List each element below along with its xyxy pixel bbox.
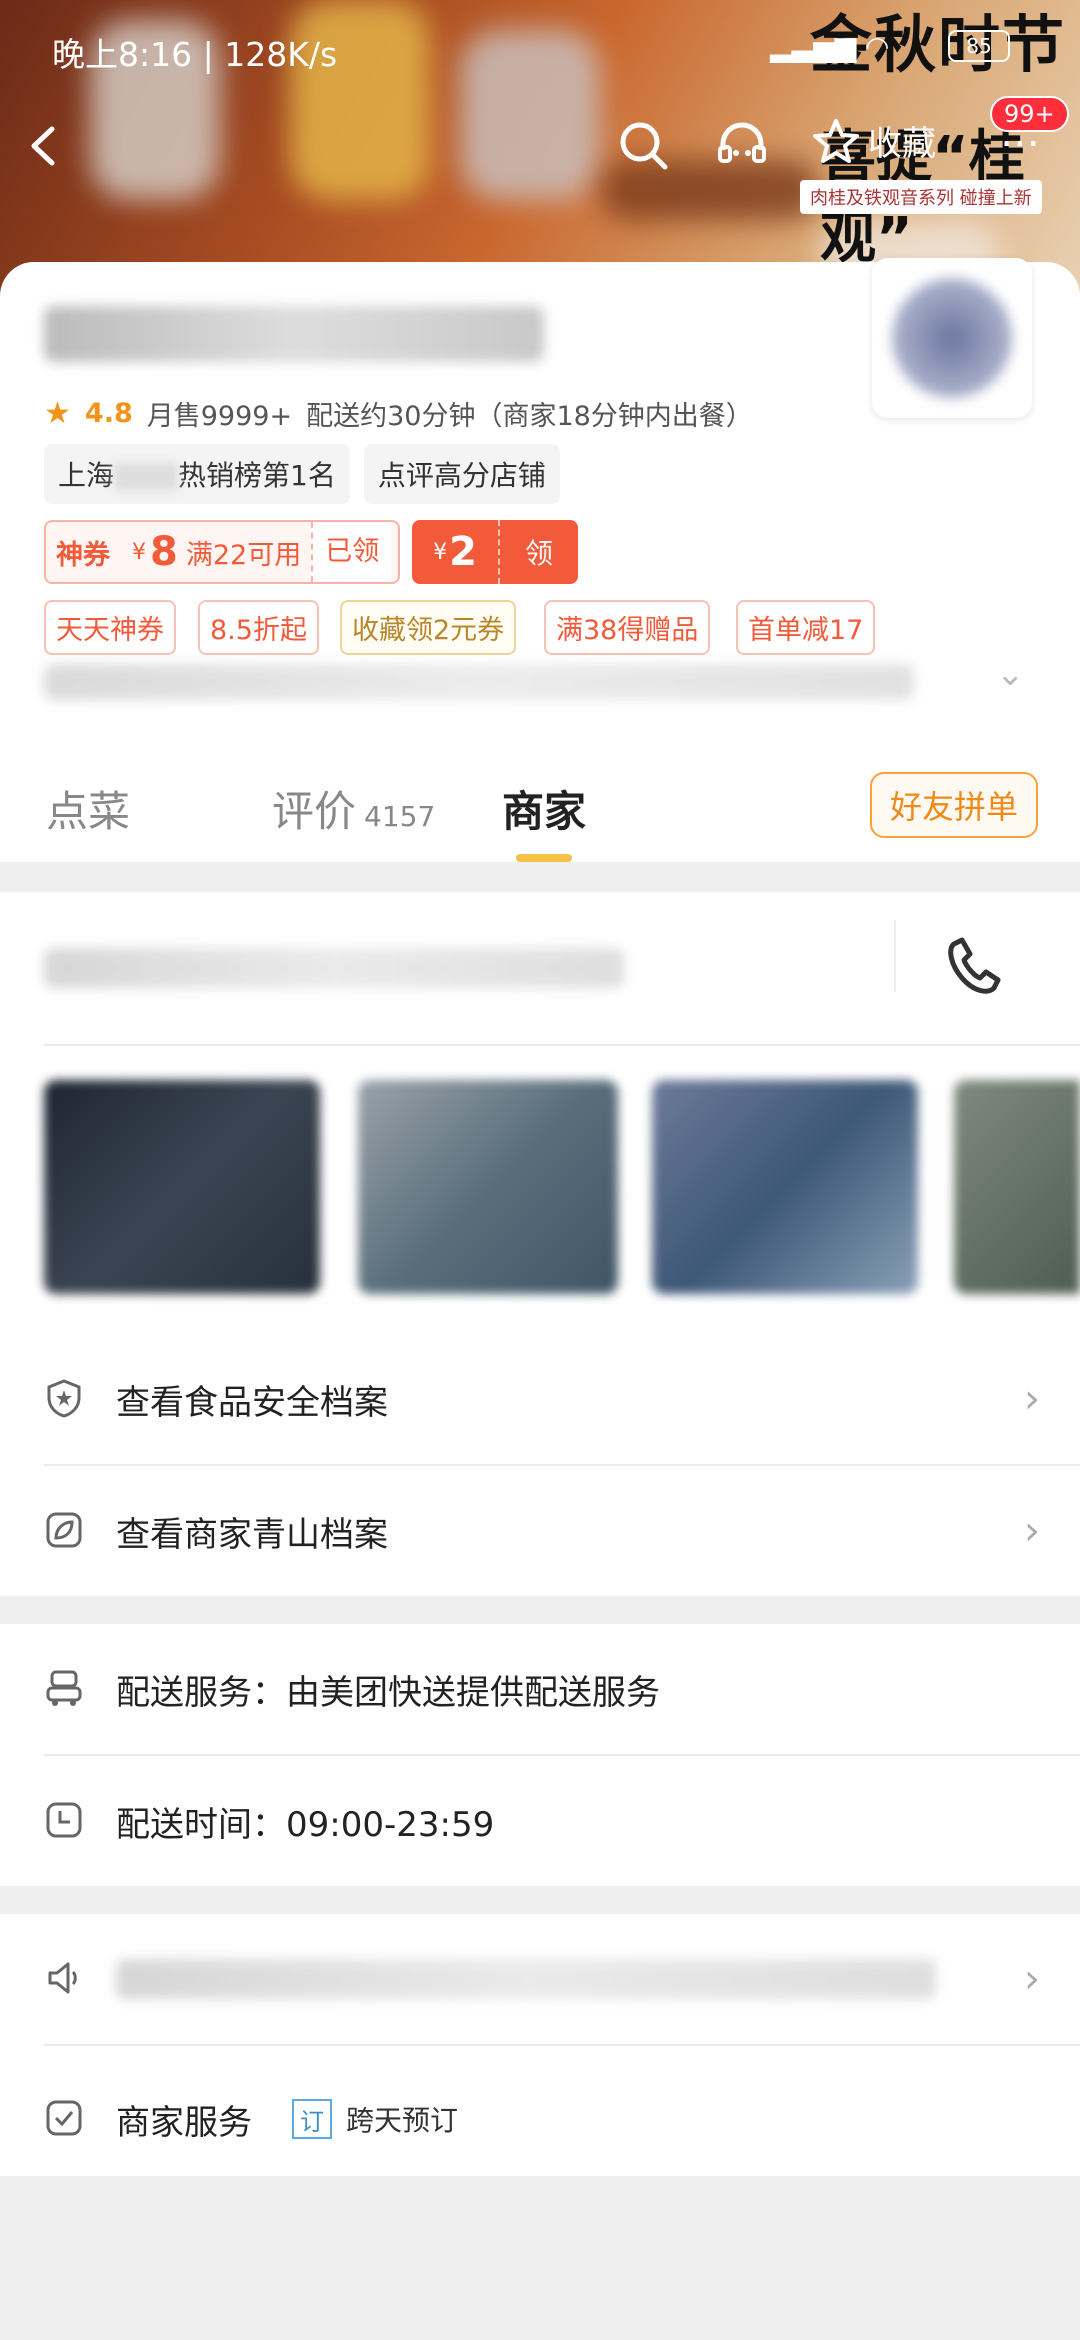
store-photo[interactable] bbox=[954, 1080, 1080, 1294]
shen-coupon[interactable]: 神券 ¥ 8 满22可用 已领 bbox=[44, 520, 400, 584]
food-safety-row[interactable]: 查看食品安全档案 › bbox=[0, 1354, 1080, 1444]
headset-icon bbox=[718, 122, 766, 163]
address-blurred bbox=[44, 948, 624, 988]
shield-icon bbox=[47, 1379, 81, 1418]
signal-icon: ▂▃▅▆ ◠ bbox=[770, 30, 890, 63]
store-logo bbox=[872, 258, 1032, 418]
shen-coupon-condition: 满22可用 bbox=[185, 539, 302, 571]
chevron-right-icon: › bbox=[1024, 1376, 1040, 1422]
store-photo[interactable] bbox=[44, 1080, 320, 1294]
ranking-tag[interactable]: 上海 热销榜第1名 bbox=[44, 444, 350, 504]
shen-coupon-status: 已领 bbox=[311, 522, 392, 582]
reservation-badge-icon: 订 bbox=[292, 2099, 332, 2139]
small-coupon[interactable]: ¥ 2 领 bbox=[412, 520, 578, 584]
announcement-row[interactable]: › bbox=[0, 1934, 1080, 2024]
star-icon bbox=[813, 118, 859, 163]
phone-icon bbox=[948, 937, 1001, 994]
promo-tag[interactable]: 天天神券 bbox=[44, 600, 176, 655]
store-photo[interactable] bbox=[358, 1080, 618, 1294]
phone-button[interactable] bbox=[944, 934, 1002, 1000]
checkbox-icon bbox=[46, 2100, 82, 2136]
delivery-estimate: 配送约30分钟（商家18分钟内出餐） bbox=[306, 401, 753, 432]
tab-merchant[interactable]: 商家 bbox=[502, 778, 586, 839]
promo-tag[interactable]: 8.5折起 bbox=[198, 600, 319, 655]
speaker-icon bbox=[48, 1962, 77, 1994]
qingshan-row[interactable]: 查看商家青山档案 › bbox=[0, 1486, 1080, 1576]
shen-coupon-amount: 8 bbox=[150, 529, 178, 575]
status-time: 晚上8:16 | 128K/s bbox=[52, 35, 338, 74]
tab-reviews[interactable]: 评价 4157 bbox=[272, 778, 435, 839]
chevron-left-icon bbox=[31, 126, 55, 166]
promo-tag[interactable]: 首单减17 bbox=[736, 600, 876, 655]
chevron-right-icon: › bbox=[1024, 1956, 1040, 2002]
merchant-service-row: 商家服务 订 跨天预订 bbox=[0, 2074, 1080, 2164]
clock-icon bbox=[46, 1802, 82, 1838]
store-name-blurred bbox=[44, 306, 544, 362]
tab-indicator bbox=[516, 854, 572, 862]
search-button[interactable] bbox=[614, 116, 674, 176]
divider bbox=[44, 1464, 1080, 1466]
delivery-service-row: 配送服务：由美团快送提供配送服务 bbox=[0, 1644, 1080, 1734]
monthly-sales: 月售9999+ bbox=[146, 401, 293, 432]
customer-service-button[interactable] bbox=[712, 116, 772, 176]
rating-star-icon: ★ bbox=[44, 396, 71, 431]
delivery-rider-icon bbox=[46, 1670, 82, 1706]
favorite-button[interactable]: 收藏 bbox=[812, 116, 936, 165]
store-tags: 上海 热销榜第1名 点评高分店铺 bbox=[44, 444, 560, 504]
announcement-text-blurred bbox=[116, 1959, 936, 1999]
shen-coupon-label: 神券 bbox=[56, 539, 110, 571]
notification-badge: 99+ bbox=[990, 96, 1069, 132]
store-photo[interactable] bbox=[652, 1080, 918, 1294]
battery-icon: 85 bbox=[948, 30, 1010, 62]
leaf-icon bbox=[46, 1512, 82, 1548]
store-rating: 4.8 bbox=[84, 398, 133, 429]
delivery-time-row: 配送时间：09:00-23:59 bbox=[0, 1776, 1080, 1866]
blurred-area bbox=[114, 463, 179, 491]
divider bbox=[44, 2044, 1080, 2046]
banner-caption: 肉桂及铁观音系列 碰撞上新 bbox=[800, 180, 1042, 214]
reservation-label: 跨天预订 bbox=[346, 2104, 459, 2137]
friend-order-button[interactable]: 好友拼单 bbox=[870, 772, 1038, 838]
review-count: 4157 bbox=[364, 800, 436, 833]
back-button[interactable] bbox=[14, 116, 74, 176]
divider bbox=[894, 920, 896, 992]
divider bbox=[44, 1754, 1080, 1756]
tab-menu[interactable]: 点菜 bbox=[46, 778, 130, 839]
claim-button[interactable]: 领 bbox=[498, 520, 578, 584]
divider bbox=[44, 1044, 1080, 1046]
small-coupon-amount: 2 bbox=[449, 529, 477, 575]
search-icon bbox=[620, 122, 668, 170]
store-stats: ★ 4.8 月售9999+ 配送约30分钟（商家18分钟内出餐） bbox=[44, 394, 753, 433]
promo-tag[interactable]: 收藏领2元券 bbox=[340, 600, 517, 655]
announcement-blurred bbox=[44, 664, 914, 700]
expand-chevron-icon[interactable]: ⌄ bbox=[996, 654, 1025, 694]
promo-tag[interactable]: 满38得赠品 bbox=[544, 600, 711, 655]
favorite-label: 收藏 bbox=[868, 124, 936, 164]
high-score-tag[interactable]: 点评高分店铺 bbox=[363, 444, 560, 504]
chevron-right-icon: › bbox=[1024, 1508, 1040, 1554]
